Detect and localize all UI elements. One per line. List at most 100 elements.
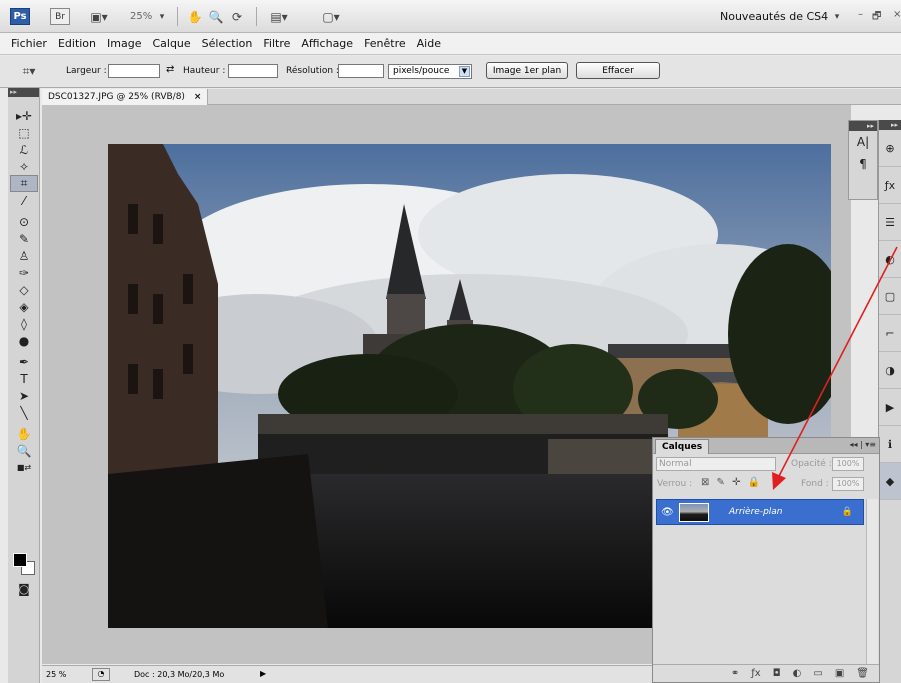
restore-button[interactable]: 🗗 [872, 9, 881, 26]
menu-fichier[interactable]: Fichier [6, 37, 53, 50]
marquee-tool-icon[interactable]: ⬚ [10, 124, 38, 141]
swap-dimensions-icon[interactable]: ⇄ [166, 64, 174, 75]
adjustment-layer-icon[interactable]: ◐ [793, 668, 802, 679]
history-brush-tool-icon[interactable]: ✑ [10, 264, 38, 281]
close-document-icon[interactable]: × [194, 92, 202, 102]
quick-mask-icon[interactable]: ◙ [10, 580, 38, 597]
actions-panel-icon[interactable]: ▶ [879, 389, 901, 426]
magic-wand-tool-icon[interactable]: ✧ [10, 158, 38, 175]
layer-style-icon[interactable]: ƒx [751, 668, 760, 679]
zoom-tool-icon[interactable]: 🔍 [207, 7, 225, 26]
screen-mode-select-icon[interactable]: ▢▾ [318, 7, 344, 26]
paths-panel-icon[interactable]: ⌐ [879, 315, 901, 352]
new-layer-icon[interactable]: ▣ [835, 668, 844, 679]
styles-panel-icon[interactable]: ƒx [879, 167, 901, 204]
channels-panel-icon[interactable]: ▢ [879, 278, 901, 315]
lock-row: Verrou : ⊠ ✎ ✛ 🔒 Fond : 100% [653, 474, 879, 494]
paragraph-panel-icon[interactable]: ¶ [849, 153, 877, 175]
photoshop-window: Ps Br ▣▾ 25% ▾ ✋ 🔍 ⟳ ▤▾ ▢▾ Nouveautés de… [0, 0, 901, 683]
bridge-button[interactable]: Br [50, 8, 70, 25]
zoom-level-select[interactable]: 25% [130, 11, 152, 22]
tab-calques[interactable]: Calques [655, 439, 710, 454]
close-button[interactable]: × [893, 9, 901, 20]
line-tool-icon[interactable]: ╲ [10, 404, 38, 421]
foreground-color-swatch[interactable] [13, 553, 27, 567]
lock-label: Verrou : [657, 479, 693, 489]
width-field[interactable] [108, 64, 160, 78]
status-doc-size: Doc : 20,3 Mo/20,3 Mo [134, 670, 225, 679]
hand-tool-icon[interactable]: ✋ [186, 7, 204, 26]
status-arrow-icon[interactable]: ▶ [260, 669, 266, 678]
status-zoom[interactable]: 25 % [46, 670, 66, 679]
layers-panel-icon[interactable]: ◆ [879, 463, 901, 500]
path-selection-tool-icon[interactable]: ➤ [10, 387, 38, 404]
default-colors-icon[interactable]: ■⇄ [10, 459, 38, 476]
eyedropper-tool-icon[interactable]: ⁄ [10, 192, 38, 209]
eraser-tool-icon[interactable]: ◇ [10, 281, 38, 298]
new-group-icon[interactable]: ▭ [813, 668, 822, 679]
link-layers-icon[interactable]: ⚭ [731, 668, 739, 679]
document-tab[interactable]: DSC01327.JPG @ 25% (RVB/8) × [42, 89, 209, 105]
menu-calque[interactable]: Calque [147, 37, 196, 50]
screen-mode-icon[interactable]: ▣▾ [84, 7, 114, 26]
info-panel-icon[interactable]: ℹ [879, 426, 901, 463]
application-bar: Ps Br ▣▾ 25% ▾ ✋ 🔍 ⟳ ▤▾ ▢▾ Nouveautés de… [0, 0, 901, 33]
chevron-down-icon[interactable]: ▼ [459, 66, 470, 77]
blur-tool-icon[interactable]: ◊ [10, 315, 38, 332]
lasso-tool-icon[interactable]: ℒ [10, 141, 38, 158]
crop-tool-preset-icon[interactable]: ⌗▾ [16, 62, 42, 81]
add-mask-icon[interactable]: ◘ [773, 668, 781, 679]
dodge-tool-icon[interactable]: ● [10, 332, 38, 349]
pen-tool-icon[interactable]: ✒ [10, 353, 38, 370]
arrange-documents-icon[interactable]: ▤▾ [266, 7, 292, 26]
zoom-tool-icon[interactable]: 🔍 [10, 442, 38, 459]
opacity-field[interactable]: 100% [832, 457, 864, 471]
type-tool-icon[interactable]: T [10, 370, 38, 387]
fill-field[interactable]: 100% [832, 477, 864, 491]
move-tool-icon[interactable]: ▸✛ [10, 107, 38, 124]
resolution-field[interactable] [338, 64, 384, 78]
tools-panel: ▸▸ ▸✛ ⬚ ℒ ✧ ⌗ ⁄ ⊙ ✎ ♙ ✑ ◇ ◈ ◊ ● ✒ T ➤ ╲ … [8, 88, 40, 683]
menu-aide[interactable]: Aide [412, 37, 447, 50]
delete-layer-icon[interactable]: 🗑 [856, 668, 869, 679]
clear-button[interactable]: Effacer [576, 62, 660, 79]
dock-expand-icon[interactable]: ▸▸ [879, 120, 901, 130]
workspace-chevron-icon[interactable]: ▾ [832, 7, 842, 26]
menu-affichage[interactable]: Affichage [296, 37, 359, 50]
dock-collapse-icon[interactable]: ▸▸ [849, 121, 877, 131]
paint-bucket-tool-icon[interactable]: ◈ [10, 298, 38, 315]
resolution-unit-select[interactable]: pixels/pouce ▼ [388, 64, 472, 79]
hand-tool-icon[interactable]: ✋ [10, 425, 38, 442]
workspace-select[interactable]: Nouveautés de CS4 [720, 10, 828, 23]
brush-tool-icon[interactable]: ✎ [10, 230, 38, 247]
menu-fenetre[interactable]: Fenêtre [359, 37, 412, 50]
character-panel-icon[interactable]: A| [849, 131, 877, 153]
layer-row-background[interactable]: 👁 Arrière-plan 🔒 [656, 499, 864, 525]
chevron-down-icon[interactable]: ▾ [157, 7, 167, 26]
rotate-view-icon[interactable]: ⟳ [228, 7, 246, 26]
front-image-button[interactable]: Image 1er plan [486, 62, 568, 79]
menu-filtre[interactable]: Filtre [258, 37, 296, 50]
menu-edition[interactable]: Edition [53, 37, 102, 50]
menu-image[interactable]: Image [102, 37, 147, 50]
lock-icons[interactable]: ⊠ ✎ ✛ 🔒 [701, 477, 762, 488]
navigator-panel-icon[interactable]: ⊕ [879, 130, 901, 167]
menu-selection[interactable]: Sélection [197, 37, 259, 50]
blend-mode-select[interactable]: Normal [656, 457, 776, 471]
status-menu-icon[interactable]: ◔ [92, 668, 110, 681]
height-field[interactable] [228, 64, 278, 78]
history-panel-icon[interactable]: ◑ [879, 352, 901, 389]
resolution-label: Résolution : [286, 66, 339, 76]
panel-collapse-icon[interactable]: ▸▸ [8, 88, 39, 97]
clone-stamp-tool-icon[interactable]: ♙ [10, 247, 38, 264]
layers-scrollbar[interactable] [866, 499, 878, 665]
adjustments-panel-icon[interactable]: ☰ [879, 204, 901, 241]
minimize-button[interactable]: – [858, 9, 863, 20]
document-tab-bar: DSC01327.JPG @ 25% (RVB/8) × [42, 89, 901, 105]
masks-panel-icon[interactable]: ◐ [879, 241, 901, 278]
crop-tool-icon[interactable]: ⌗ [10, 175, 38, 192]
panel-menu-icon[interactable]: ◂◂ | ▾≡ [849, 440, 876, 449]
document-tab-title: DSC01327.JPG @ 25% (RVB/8) [48, 92, 185, 102]
healing-brush-tool-icon[interactable]: ⊙ [10, 213, 38, 230]
visibility-eye-icon[interactable]: 👁 [661, 507, 674, 518]
